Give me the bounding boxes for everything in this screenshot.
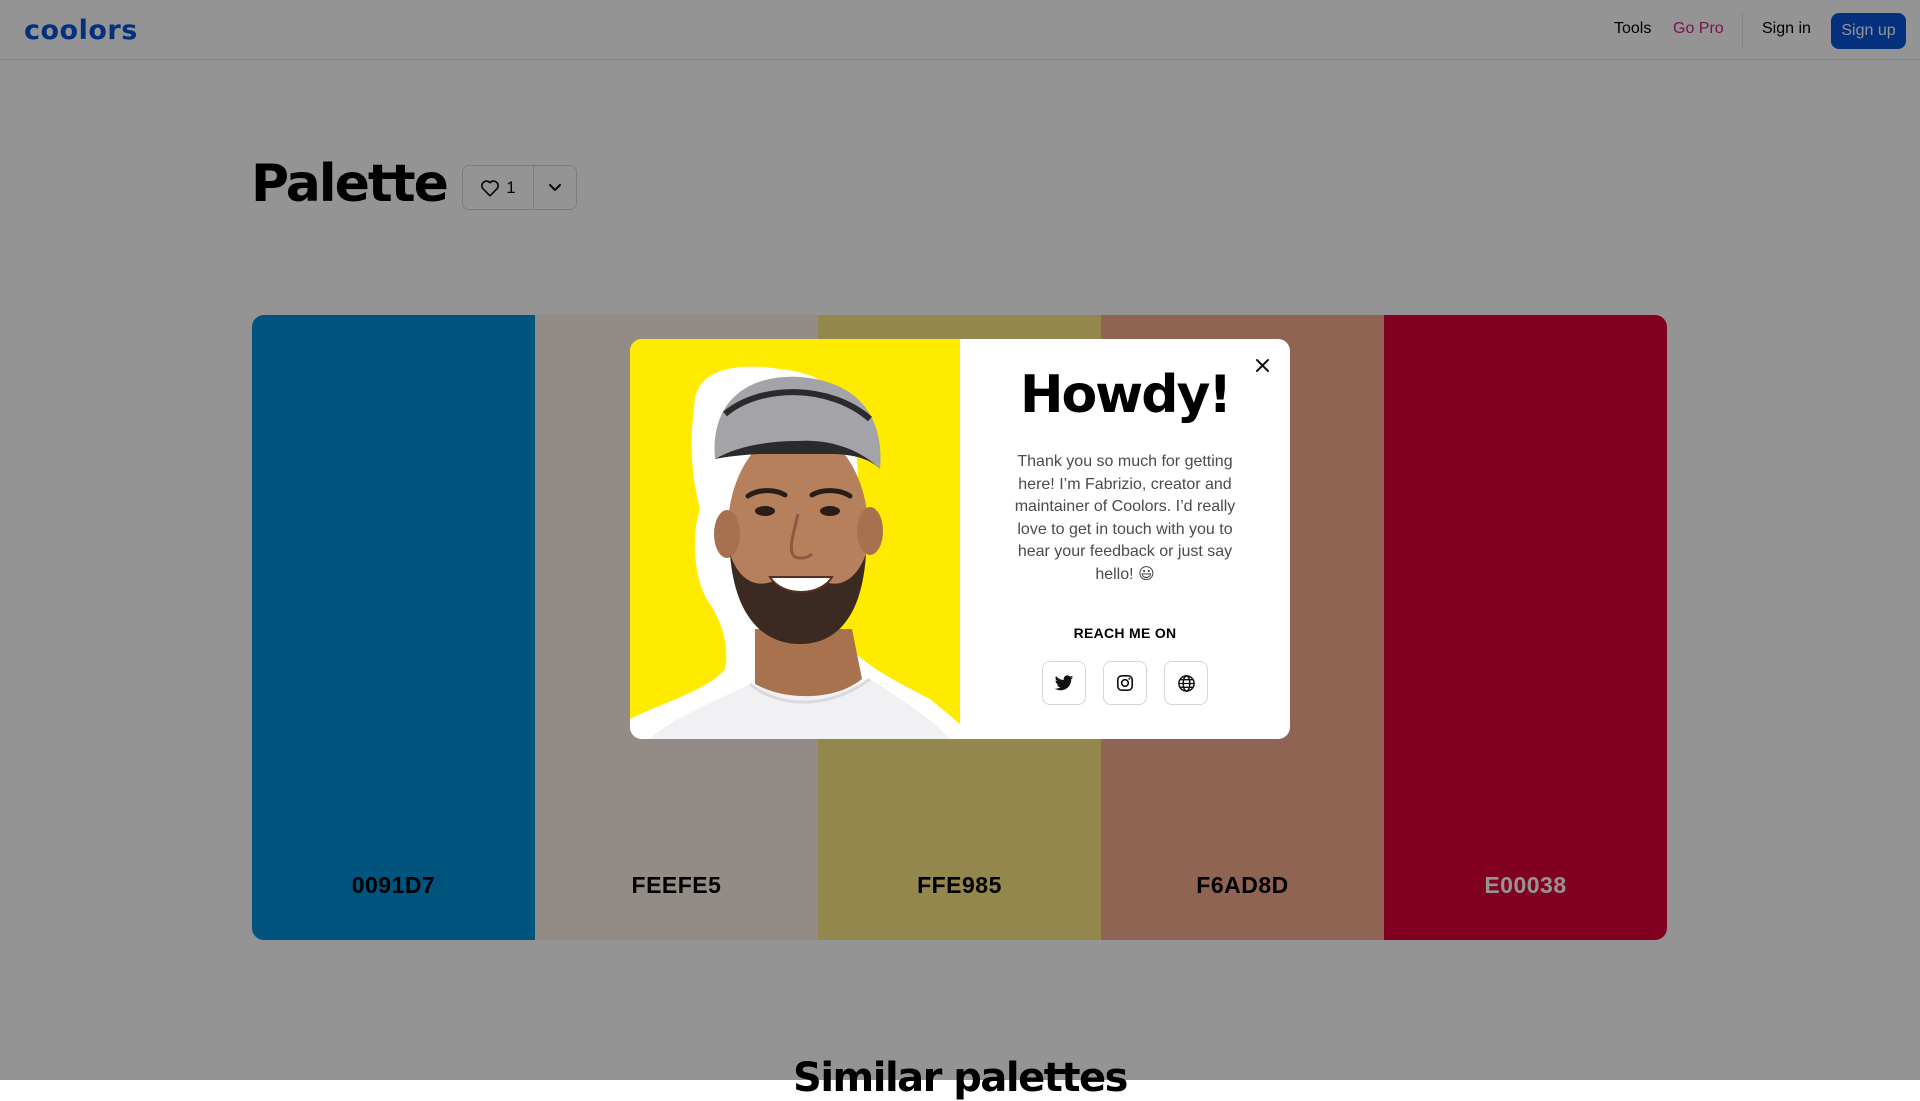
social-links	[960, 661, 1290, 705]
instagram-icon	[1116, 674, 1134, 692]
reach-me-label: REACH ME ON	[1073, 625, 1177, 641]
twitter-button[interactable]	[1042, 661, 1086, 705]
modal-heading: Howdy!	[1019, 365, 1232, 425]
twitter-icon	[1054, 674, 1074, 692]
modal-content: Howdy! Thank you so much for getting her…	[960, 339, 1290, 739]
website-button[interactable]	[1164, 661, 1208, 705]
modal-message: Thank you so much for getting here! I’m …	[1014, 453, 1236, 583]
howdy-modal: Howdy! Thank you so much for getting her…	[630, 339, 1290, 739]
globe-icon	[1177, 674, 1196, 693]
creator-photo	[630, 339, 960, 739]
instagram-button[interactable]	[1103, 661, 1147, 705]
